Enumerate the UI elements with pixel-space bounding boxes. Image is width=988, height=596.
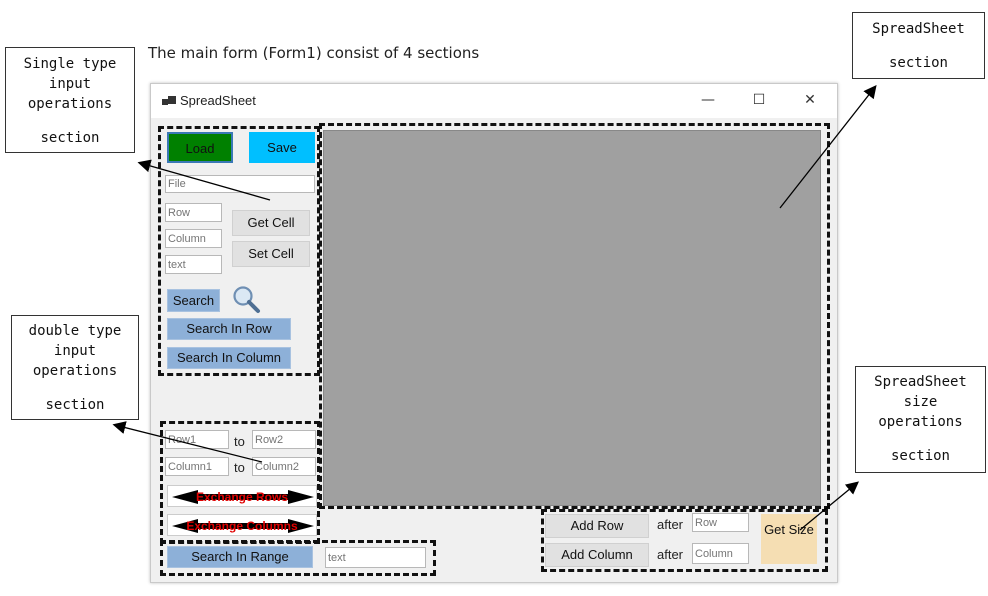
callout-line: size <box>903 394 938 410</box>
callout-double-input: double type input operations section <box>11 315 139 420</box>
app-icon <box>162 96 176 106</box>
callout-line: SpreadSheet <box>874 374 967 390</box>
title-bar: SpreadSheet — ☐ ✕ <box>151 84 837 118</box>
callout-line: input <box>48 76 92 92</box>
window-title: SpreadSheet <box>180 93 256 108</box>
callout-line: double type <box>28 323 122 339</box>
callout-line: section <box>888 55 948 71</box>
single-input-section-frame <box>158 126 320 376</box>
callout-line: SpreadSheet <box>872 21 965 37</box>
callout-line: section <box>890 448 950 464</box>
callout-single-input: Single type input operations section <box>5 47 135 153</box>
callout-spreadsheet: SpreadSheet section <box>852 12 985 79</box>
minimize-button[interactable]: — <box>697 90 719 110</box>
spreadsheet-section-frame <box>319 123 830 509</box>
callout-line: section <box>40 130 100 146</box>
callout-line: operations <box>27 96 113 112</box>
form1-window: SpreadSheet — ☐ ✕ Load Save Get Cell Set… <box>150 83 838 583</box>
callout-line: input <box>53 343 97 359</box>
double-input-section-frame <box>160 421 320 544</box>
callout-line: section <box>45 397 105 413</box>
close-button[interactable]: ✕ <box>799 90 821 110</box>
maximize-button[interactable]: ☐ <box>748 90 770 110</box>
callout-line: Single type <box>23 56 117 72</box>
size-section-frame <box>541 509 828 572</box>
search-range-frame <box>160 540 436 576</box>
callout-line: operations <box>878 414 963 430</box>
callout-size: SpreadSheet size operations section <box>855 366 986 473</box>
callout-line: operations <box>32 363 118 379</box>
diagram-caption: The main form (Form1) consist of 4 secti… <box>148 44 480 62</box>
